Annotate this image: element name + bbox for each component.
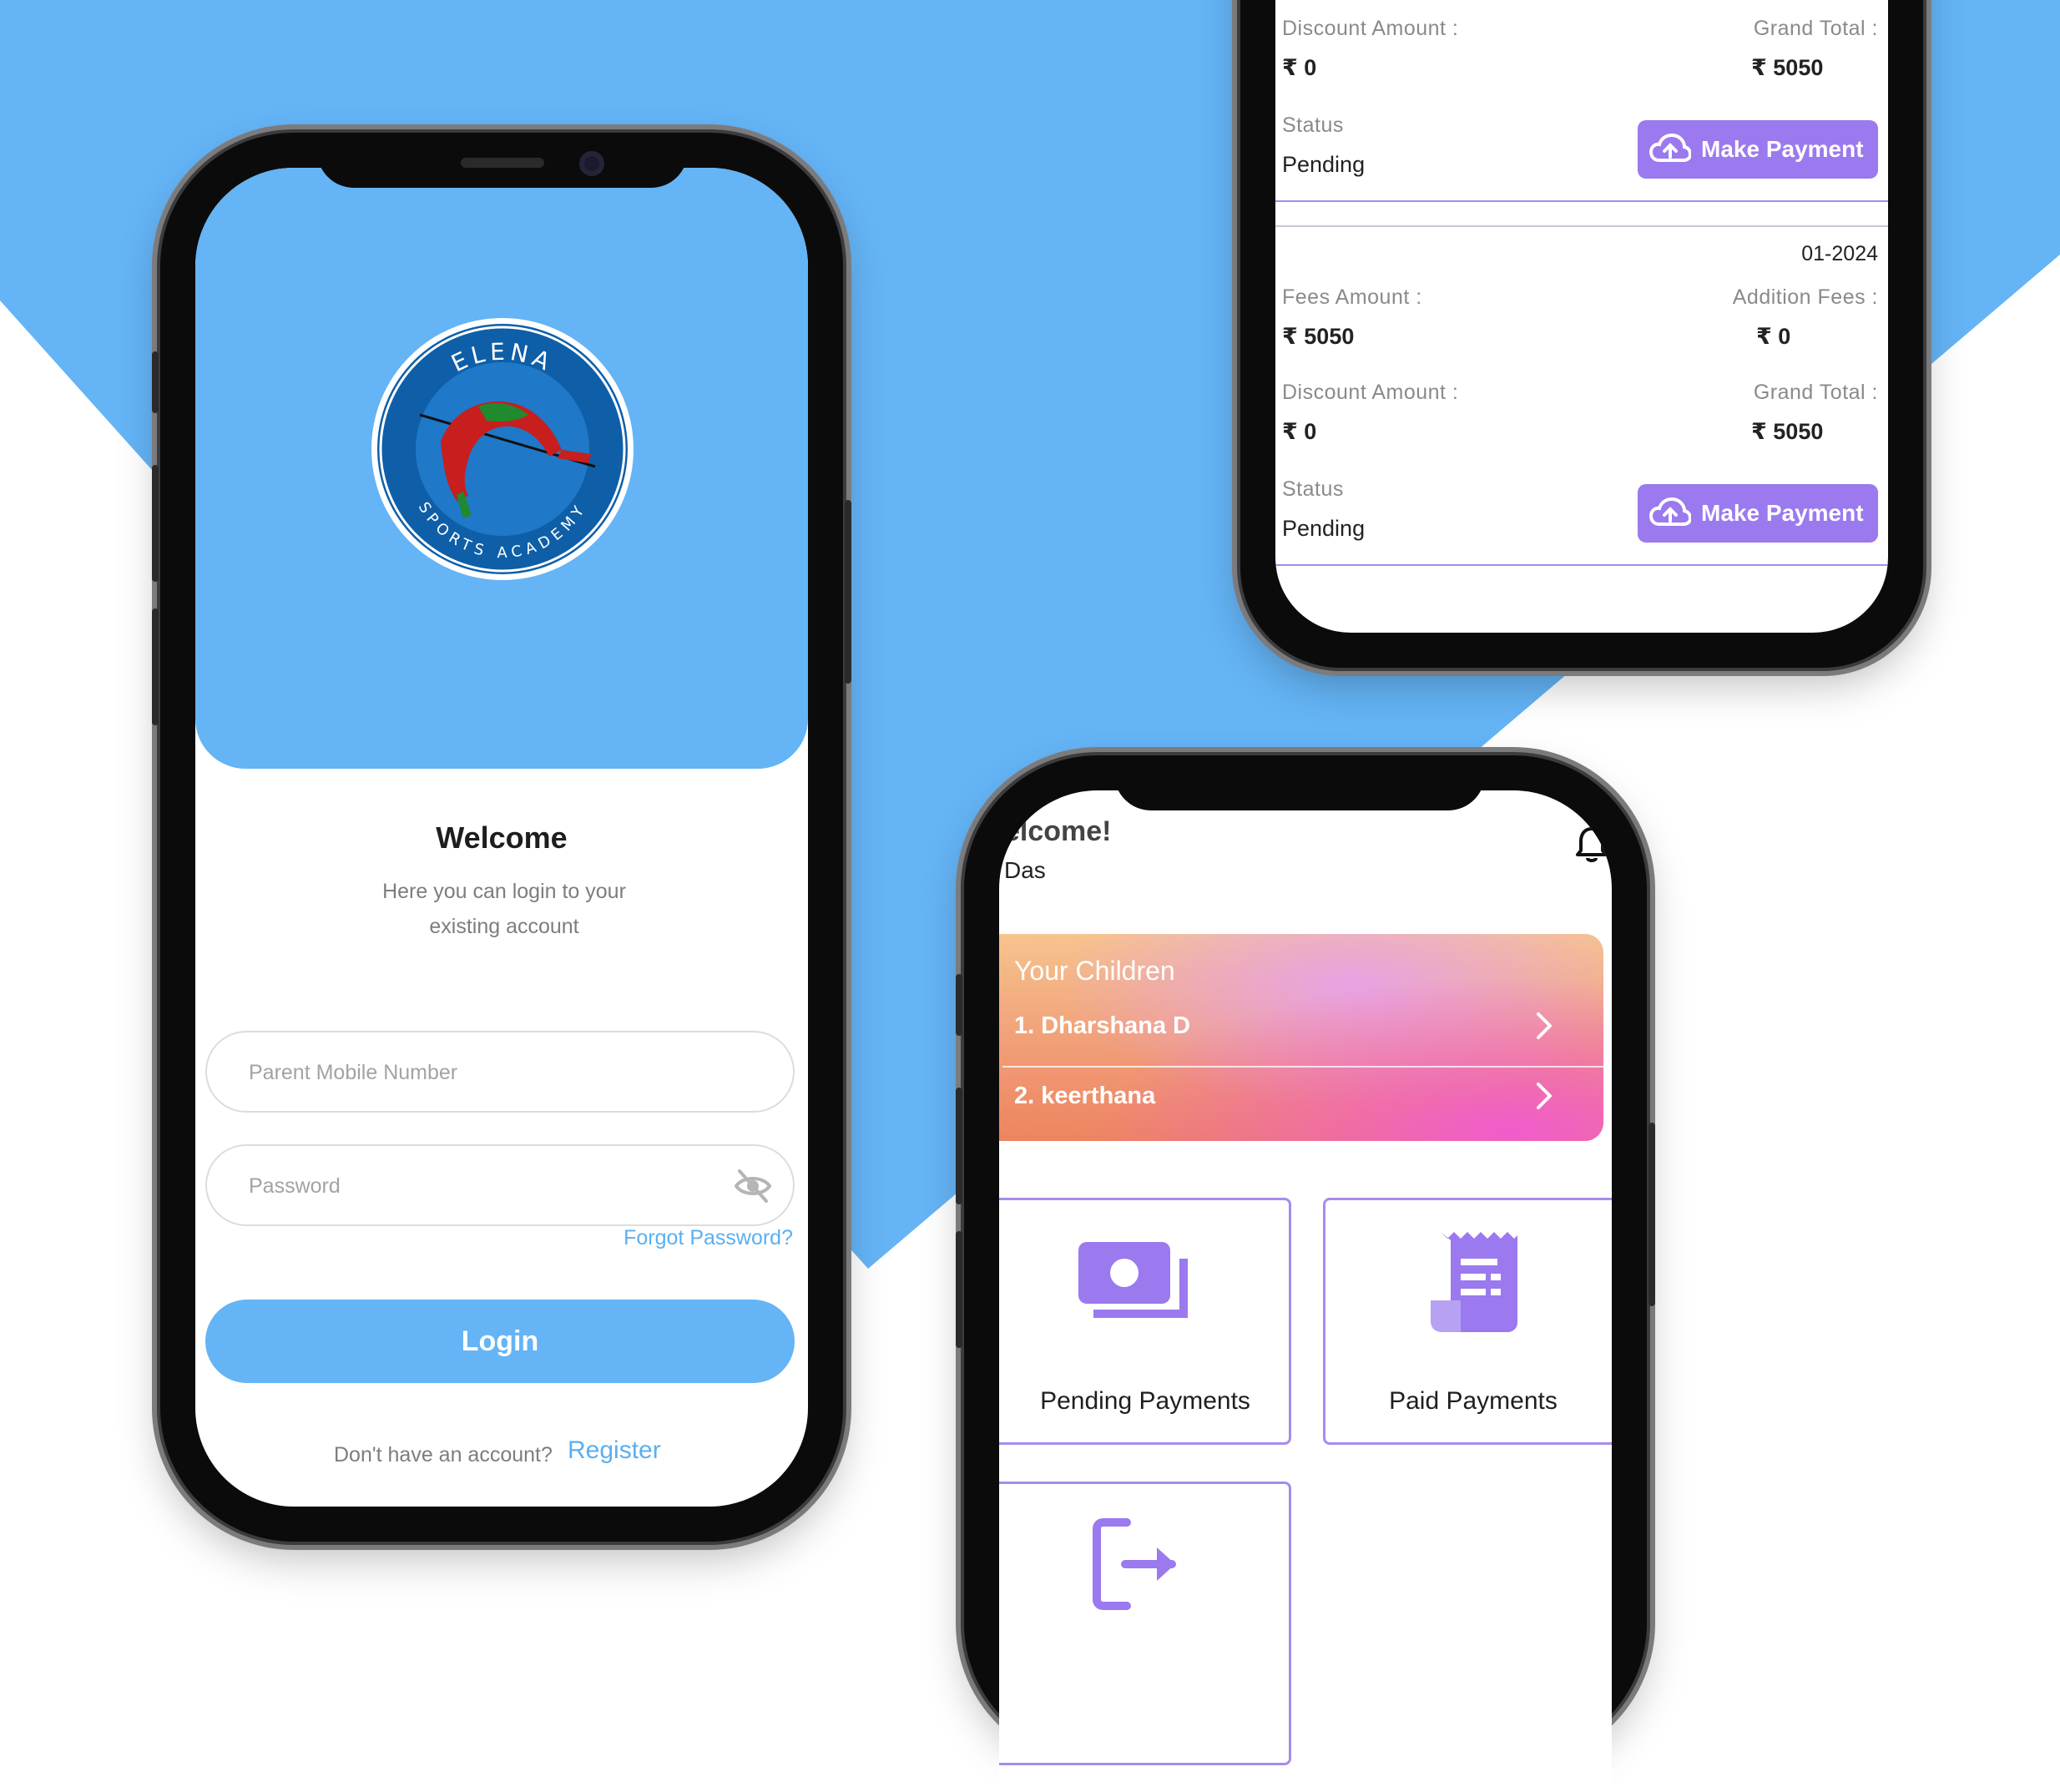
child-name: 2. keerthana xyxy=(1014,1083,1156,1109)
no-account-text: Don't have an account? xyxy=(334,1443,553,1466)
volume-up-button xyxy=(956,1088,962,1204)
speaker-grille xyxy=(461,158,544,168)
paid-payments-label: Paid Payments xyxy=(1389,1387,1558,1415)
notch xyxy=(317,133,688,188)
payment-month: 01-2024 xyxy=(1801,242,1878,265)
status-label: Status xyxy=(1282,477,1344,501)
user-name: Das xyxy=(1004,857,1046,883)
login-phone-frame: ELENA SPORTS ACADEMY Welcome Here you ca… xyxy=(152,133,851,1542)
pending-payments-tile[interactable]: Pending Payments xyxy=(999,1198,1291,1445)
payments-phone-frame: Discount Amount : Grand Total : ₹ 0 ₹ 50… xyxy=(1240,0,1923,668)
children-card: Your Children 1. Dharshana D 2. keerthan… xyxy=(999,934,1603,1141)
cloud-upload-icon xyxy=(1649,133,1691,162)
children-title: Your Children xyxy=(1014,956,1175,986)
welcome-heading: elcome! xyxy=(1004,815,1112,847)
bell-icon[interactable] xyxy=(1575,825,1608,864)
subtitle-line1: Here you can login to your xyxy=(382,880,626,903)
logout-tile[interactable] xyxy=(999,1482,1291,1765)
notch xyxy=(1114,755,1485,810)
power-button xyxy=(845,500,851,684)
fees-value: ₹ 5050 xyxy=(1282,324,1355,349)
record-divider xyxy=(1275,200,1888,202)
child-name: 1. Dharshana D xyxy=(1014,1012,1191,1039)
discount-value: ₹ 0 xyxy=(1282,419,1317,444)
eye-off-icon[interactable] xyxy=(733,1168,773,1204)
volume-down-button xyxy=(956,1231,962,1348)
register-link[interactable]: Register xyxy=(568,1436,661,1465)
paid-payments-tile[interactable]: Paid Payments xyxy=(1323,1198,1612,1445)
make-payment-button[interactable]: Make Payment xyxy=(1638,484,1878,543)
logout-icon xyxy=(1093,1518,1176,1610)
power-button xyxy=(1649,1123,1655,1306)
grand-total-value: ₹ 5050 xyxy=(1751,55,1824,80)
welcome-subtitle: Here you can login to your existing acco… xyxy=(329,874,679,944)
subtitle-line2: existing account xyxy=(429,915,579,938)
mobile-number-placeholder: Parent Mobile Number xyxy=(249,1061,458,1084)
password-input[interactable]: Password xyxy=(205,1144,795,1226)
volume-down-button xyxy=(152,608,159,725)
pending-payments-label: Pending Payments xyxy=(1040,1387,1250,1415)
chevron-right-icon xyxy=(1537,1012,1552,1039)
welcome-title: Welcome xyxy=(436,820,568,855)
cash-icon xyxy=(1078,1242,1188,1318)
cloud-upload-icon xyxy=(1649,497,1691,526)
status-value: Pending xyxy=(1282,516,1366,541)
receipt-icon xyxy=(1431,1232,1517,1332)
dashboard-screen: elcome! Das Your Children 1. Dharshana D… xyxy=(999,790,1612,1792)
payments-screen: Discount Amount : Grand Total : ₹ 0 ₹ 50… xyxy=(1275,0,1888,633)
fees-label: Fees Amount : xyxy=(1282,285,1422,309)
status-label: Status xyxy=(1282,114,1344,137)
academy-logo: ELENA SPORTS ACADEMY xyxy=(371,318,634,580)
addition-fees-label: Addition Fees : xyxy=(1732,285,1878,309)
discount-value: ₹ 0 xyxy=(1282,55,1317,80)
record-divider xyxy=(1275,225,1888,227)
grand-total-value: ₹ 5050 xyxy=(1751,419,1824,444)
make-payment-button[interactable]: Make Payment xyxy=(1638,120,1878,179)
login-screen: ELENA SPORTS ACADEMY Welcome Here you ca… xyxy=(195,168,808,1507)
status-value: Pending xyxy=(1282,152,1366,177)
dashboard-phone-frame: elcome! Das Your Children 1. Dharshana D… xyxy=(956,755,1655,1792)
discount-label: Discount Amount : xyxy=(1282,17,1459,40)
grand-total-label: Grand Total : xyxy=(1753,17,1878,40)
volume-up-button xyxy=(152,465,159,582)
mute-switch xyxy=(956,974,962,1036)
login-button[interactable]: Login xyxy=(205,1300,795,1383)
camera xyxy=(579,151,604,176)
password-placeholder: Password xyxy=(249,1174,341,1198)
chevron-right-icon xyxy=(1537,1083,1552,1109)
make-payment-label: Make Payment xyxy=(1701,500,1864,526)
record-divider xyxy=(1275,564,1888,566)
child-row[interactable]: 2. keerthana xyxy=(1014,1083,1557,1110)
mobile-number-input[interactable]: Parent Mobile Number xyxy=(205,1031,795,1113)
make-payment-label: Make Payment xyxy=(1701,136,1864,162)
child-row[interactable]: 1. Dharshana D xyxy=(1014,1012,1557,1040)
addition-fees-value: ₹ 0 xyxy=(1756,324,1791,349)
children-divider xyxy=(1002,1066,1603,1068)
discount-label: Discount Amount : xyxy=(1282,381,1459,404)
grand-total-label: Grand Total : xyxy=(1753,381,1878,404)
forgot-password-link[interactable]: Forgot Password? xyxy=(624,1226,793,1250)
mute-switch xyxy=(152,351,159,413)
